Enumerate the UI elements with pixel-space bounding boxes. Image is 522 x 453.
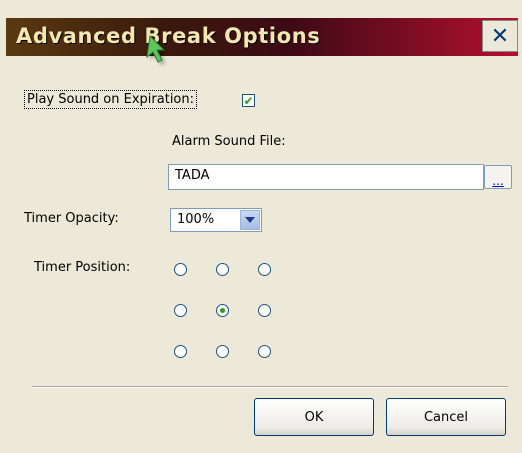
alarm-sound-file-label: Alarm Sound File: [172, 134, 286, 149]
timer-opacity-value: 100% [177, 212, 215, 227]
position-radio-top-center[interactable] [216, 263, 229, 276]
timer-position-label: Timer Position: [34, 260, 131, 275]
ok-button[interactable]: OK [254, 398, 374, 436]
position-radio-bottom-center[interactable] [216, 345, 229, 358]
close-button[interactable]: ✕ [482, 20, 518, 52]
position-radio-bottom-left[interactable] [174, 345, 187, 358]
advanced-break-options-dialog: Advanced Break Options ✕ Play Sound on E… [0, 0, 522, 453]
timer-opacity-select[interactable]: 100% [170, 208, 262, 232]
checkmark-icon: ✔ [243, 93, 254, 108]
position-radio-top-left[interactable] [174, 263, 187, 276]
radio-selected-dot [220, 308, 225, 313]
alarm-sound-file-input[interactable]: TADA [168, 164, 484, 190]
play-sound-label[interactable]: Play Sound on Expiration: [24, 90, 198, 109]
button-divider [32, 386, 508, 388]
browse-button[interactable]: ... [484, 165, 512, 189]
mouse-cursor-icon [146, 34, 167, 65]
cancel-button[interactable]: Cancel [386, 398, 506, 436]
position-radio-top-right[interactable] [258, 263, 271, 276]
title-bar[interactable]: Advanced Break Options ✕ [6, 18, 518, 56]
ok-button-label: OK [304, 409, 324, 425]
close-icon: ✕ [490, 23, 510, 49]
position-radio-middle-right[interactable] [258, 304, 271, 317]
dropdown-arrow-button[interactable] [240, 210, 260, 230]
position-radio-bottom-right[interactable] [258, 345, 271, 358]
alarm-sound-file-value: TADA [175, 168, 210, 183]
cancel-button-label: Cancel [423, 409, 469, 425]
browse-button-label: ... [492, 174, 504, 188]
timer-opacity-label: Timer Opacity: [24, 211, 119, 226]
play-sound-checkbox[interactable]: ✔ [242, 94, 255, 107]
position-radio-middle-left[interactable] [174, 304, 187, 317]
chevron-down-icon [245, 217, 255, 223]
dialog-content: Play Sound on Expiration: ✔ Alarm Sound … [6, 56, 518, 448]
position-radio-middle-center[interactable] [216, 304, 229, 317]
